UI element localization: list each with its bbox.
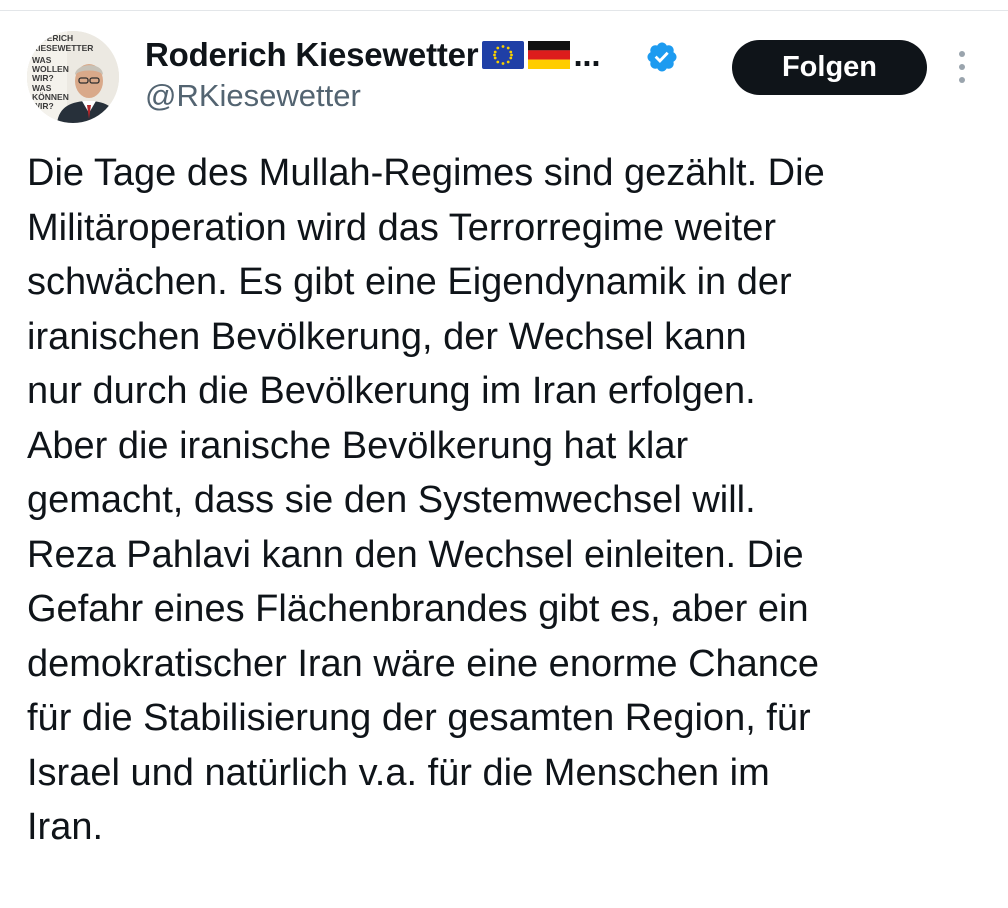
tweet-line: Reza Pahlavi kann den Wechsel einleiten.…: [27, 533, 804, 576]
more-dot: [959, 64, 965, 70]
more-options-icon[interactable]: [953, 51, 971, 83]
author-display-name[interactable]: Roderich Kiesewetter: [145, 36, 479, 74]
avatar-text-1: KIESEWETTER: [32, 43, 93, 53]
tweet-line: gemacht, dass sie den Systemwechsel will…: [27, 479, 756, 521]
avatar-image: ODERICH KIESEWETTER WAS WOLLEN WIR? WAS …: [27, 31, 119, 123]
author-handle[interactable]: @RKiesewetter: [145, 78, 361, 114]
avatar[interactable]: ODERICH KIESEWETTER WAS WOLLEN WIR? WAS …: [27, 31, 119, 123]
tweet-line: Gefahr eines Flächenbrandes gibt es, abe…: [27, 588, 809, 630]
eu-flag-icon: [482, 41, 525, 69]
tweet-line: Aber die iranische Bevölkerung hat klar: [27, 424, 689, 467]
avatar-text-7: WIR?: [32, 101, 54, 111]
tweet-line: nur durch die Bevölkerung im Iran erfolg…: [27, 370, 756, 412]
tweet-line: demokratischer Iran wäre eine enorme Cha…: [27, 642, 820, 685]
tweet-line: iranischen Bevölkerung, der Wechsel kann: [27, 315, 747, 358]
tweet-line: Iran.: [27, 806, 104, 848]
author-display-name-row[interactable]: Roderich Kiesewetter ...: [145, 36, 601, 74]
germany-flag-icon: [528, 41, 571, 69]
tweet-text: Die Tage des Mullah-Regimes sind gezählt…: [27, 146, 987, 855]
more-dot: [959, 77, 965, 83]
tweet-line: Die Tage des Mullah-Regimes sind gezählt…: [27, 152, 825, 194]
top-divider: [0, 10, 1008, 11]
tweet-line: schwächen. Es gibt eine Eigendynamik in …: [27, 261, 792, 303]
tweet-line: Israel und natürlich v.a. für die Mensch…: [27, 751, 770, 794]
tweet-line: Militäroperation wird das Terrorregime w…: [27, 206, 777, 249]
name-truncation: ...: [573, 36, 601, 73]
avatar-text-4: WIR?: [32, 73, 54, 83]
verified-badge-icon: [647, 42, 677, 72]
tweet-line: für die Stabilisierung der gesamten Regi…: [27, 697, 811, 739]
more-dot: [959, 51, 965, 57]
follow-button[interactable]: Folgen: [732, 40, 927, 95]
avatar-text-0: ODERICH: [34, 33, 73, 43]
